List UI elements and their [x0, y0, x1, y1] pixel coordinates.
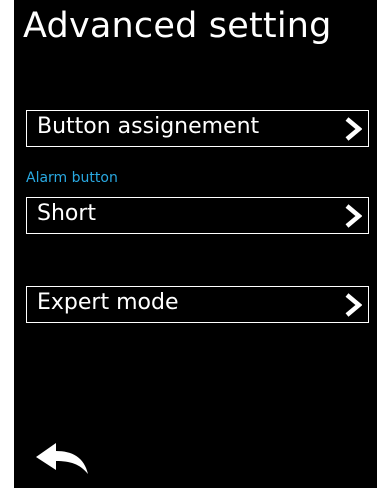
menu-item-label: Short — [37, 201, 97, 226]
device-screen: Advanced setting Button assignement Alar… — [14, 0, 377, 488]
chevron-right-icon — [345, 204, 362, 228]
button-assignement-button[interactable]: Button assignement — [26, 110, 369, 147]
menu-item-label: Button assignement — [37, 114, 260, 139]
expert-mode-button[interactable]: Expert mode — [26, 286, 369, 323]
chevron-right-icon — [345, 293, 362, 317]
chevron-right-icon — [345, 117, 362, 141]
page-title: Advanced setting — [23, 6, 332, 46]
alarm-short-button[interactable]: Short — [26, 197, 369, 234]
alarm-button-label: Alarm button — [26, 170, 118, 186]
back-arrow-icon[interactable] — [34, 440, 90, 476]
menu-item-label: Expert mode — [37, 290, 179, 315]
